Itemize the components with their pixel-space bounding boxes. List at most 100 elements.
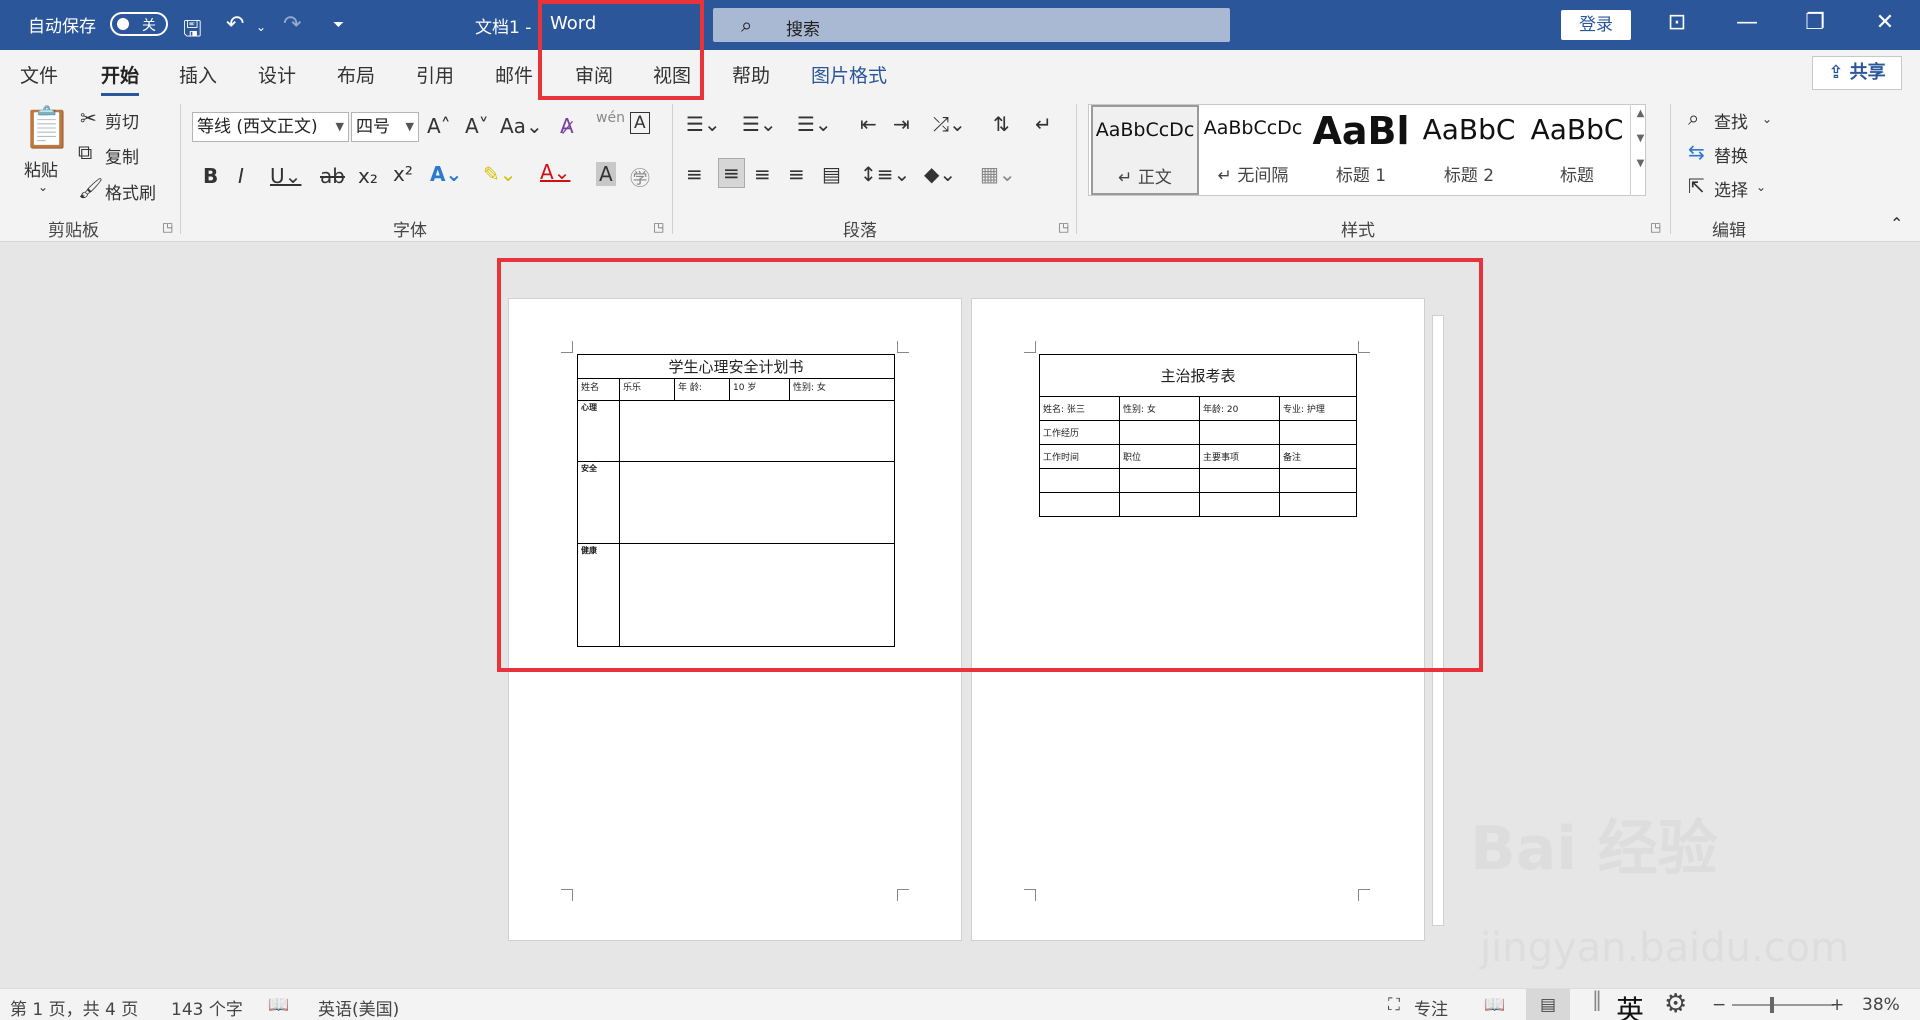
enclose-characters-icon[interactable]: ㊫ (630, 162, 650, 191)
word-count[interactable]: 143 个字 (171, 995, 243, 1020)
change-case-icon[interactable]: Aa⌄ (500, 114, 543, 138)
tab-home[interactable]: 开始 (101, 61, 140, 96)
login-button[interactable]: 登录 (1561, 10, 1631, 40)
format-painter-button[interactable]: 格式刷 (105, 179, 156, 204)
line-spacing-icon[interactable]: ↕≡⌄ (860, 162, 910, 186)
sort-icon[interactable]: ⇅ (993, 112, 1010, 136)
page-info[interactable]: 第 1 页，共 4 页 (10, 995, 138, 1020)
redo-icon[interactable]: ↷ (283, 12, 301, 37)
paste-icon[interactable]: 📋 (22, 104, 72, 151)
paragraph-launcher-icon[interactable]: ◳ (1058, 220, 1069, 234)
tab-insert[interactable]: 插入 (179, 61, 217, 88)
replace-icon[interactable]: ⇆ (1688, 140, 1705, 164)
font-name-combo[interactable]: 等线 (西文正文) ▼ (192, 112, 349, 142)
character-border-icon[interactable]: A (630, 112, 650, 134)
zoom-in-icon[interactable]: + (1830, 995, 1844, 1015)
tab-help[interactable]: 帮助 (732, 61, 770, 88)
chevron-down-icon[interactable]: ▼ (1631, 133, 1650, 144)
text-direction-icon[interactable]: ⤮⌄ (933, 112, 966, 136)
strikethrough-icon[interactable]: ab (320, 164, 345, 188)
minimize-icon[interactable]: — (1732, 10, 1762, 35)
text-effects-icon[interactable]: A⌄ (430, 162, 462, 186)
bullets-icon[interactable]: ☰⌄ (686, 112, 721, 136)
paste-button[interactable]: 粘贴 (24, 156, 58, 181)
cut-icon[interactable]: ✂ (80, 106, 97, 130)
borders-icon[interactable]: ▦⌄ (980, 162, 1016, 186)
subscript-icon[interactable]: x₂ (358, 164, 378, 188)
show-marks-icon[interactable]: ↵ (1035, 112, 1052, 136)
autosave-toggle[interactable]: 关 (110, 12, 168, 36)
zoom-out-icon[interactable]: − (1712, 995, 1726, 1015)
ime-indicator[interactable]: 英 (1616, 989, 1644, 1020)
styles-launcher-icon[interactable]: ◳ (1650, 220, 1661, 234)
restore-icon[interactable]: ❐ (1800, 10, 1830, 35)
highlight-color-icon[interactable]: ✎⌄ (483, 162, 517, 186)
align-right-icon[interactable]: ≡ (754, 162, 771, 186)
style-heading-2[interactable]: AaBbC 标题 2 (1415, 105, 1523, 195)
cut-button[interactable]: 剪切 (105, 108, 139, 133)
more-styles-icon[interactable]: ▼ (1631, 158, 1650, 169)
style-heading-1[interactable]: AaBl 标题 1 (1307, 105, 1415, 195)
zoom-slider-thumb[interactable] (1770, 997, 1774, 1013)
tab-file[interactable]: 文件 (20, 61, 58, 88)
character-shading-icon[interactable]: A (596, 162, 616, 186)
numbering-icon[interactable]: ☰⌄ (742, 112, 777, 136)
copy-button[interactable]: 复制 (105, 143, 139, 168)
select-dropdown-icon[interactable]: ⌄ (1756, 180, 1766, 194)
tab-mailings[interactable]: 邮件 (495, 61, 533, 88)
shrink-font-icon[interactable]: A˅ (465, 114, 489, 138)
search-box[interactable]: ⌕ 搜索 (713, 8, 1230, 42)
style-title[interactable]: AaBbC 标题 (1523, 105, 1631, 195)
font-color-icon[interactable]: A⌄ (540, 160, 570, 184)
shading-icon[interactable]: ◆⌄ (924, 162, 956, 186)
justify-icon[interactable]: ≡ (788, 162, 805, 186)
styles-gallery-scroll[interactable]: ▲ ▼ ▼ (1630, 104, 1650, 196)
align-center-icon[interactable]: ≡ (718, 158, 745, 188)
proofing-icon[interactable]: 📖 (268, 995, 289, 1015)
collapse-ribbon-icon[interactable]: ⌃ (1890, 214, 1903, 233)
tab-design[interactable]: 设计 (258, 61, 296, 88)
bold-icon[interactable]: B (203, 164, 218, 188)
select-button[interactable]: 选择 (1714, 176, 1748, 201)
italic-icon[interactable]: I (238, 164, 244, 188)
style-normal[interactable]: AaBbCcDc ↵ 正文 (1091, 105, 1199, 195)
font-size-combo[interactable]: 四号 ▼ (351, 112, 419, 142)
undo-dropdown-icon[interactable]: ⌄ (256, 20, 266, 34)
settings-icon[interactable]: ⚙ (1664, 989, 1687, 1019)
increase-indent-icon[interactable]: ⇥ (893, 112, 910, 136)
find-button[interactable]: 查找 (1714, 108, 1748, 133)
read-mode-icon[interactable]: 📖 (1484, 995, 1505, 1015)
superscript-icon[interactable]: x² (393, 162, 413, 186)
customize-qat-icon[interactable]: ⏷ (333, 17, 344, 33)
undo-icon[interactable]: ↶ (226, 12, 244, 37)
share-button[interactable]: ⇪ 共享 (1812, 56, 1902, 90)
format-painter-icon[interactable]: 🖌 (78, 176, 103, 200)
multilevel-list-icon[interactable]: ☰⌄ (797, 112, 832, 136)
zoom-slider[interactable] (1732, 1004, 1834, 1006)
tab-picture-format[interactable]: 图片格式 (811, 61, 887, 88)
clipboard-launcher-icon[interactable]: ◳ (162, 220, 173, 234)
paste-dropdown-icon[interactable]: ⌄ (38, 180, 48, 194)
tab-references[interactable]: 引用 (416, 61, 454, 88)
print-layout-icon[interactable]: ▤ (1526, 989, 1570, 1020)
phonetic-guide-icon[interactable]: wén (596, 110, 625, 126)
select-icon[interactable]: ⇱ (1688, 174, 1705, 198)
style-no-spacing[interactable]: AaBbCcDc ↵ 无间隔 (1199, 105, 1307, 195)
underline-icon[interactable]: U⌄ (270, 164, 301, 188)
find-icon[interactable]: ⌕ (1688, 106, 1699, 130)
grow-font-icon[interactable]: A˄ (427, 114, 451, 138)
ribbon-display-options-icon[interactable]: ⊡ (1662, 10, 1692, 35)
web-layout-icon[interactable]: ‖ (1592, 987, 1602, 1011)
clear-formatting-icon[interactable]: A̷ (560, 114, 574, 138)
copy-icon[interactable]: ⧉ (78, 140, 92, 164)
font-launcher-icon[interactable]: ◳ (653, 220, 664, 234)
align-left-icon[interactable]: ≡ (686, 162, 703, 186)
replace-button[interactable]: 替换 (1714, 142, 1748, 167)
zoom-level[interactable]: 38% (1862, 995, 1900, 1015)
tab-layout[interactable]: 布局 (337, 61, 375, 88)
focus-icon[interactable]: ⛶ (1388, 995, 1400, 1015)
distributed-icon[interactable]: ▤ (822, 162, 841, 186)
focus-mode-button[interactable]: 专注 (1414, 995, 1448, 1020)
language-indicator[interactable]: 英语(美国) (318, 995, 399, 1020)
close-icon[interactable]: ✕ (1870, 10, 1900, 35)
